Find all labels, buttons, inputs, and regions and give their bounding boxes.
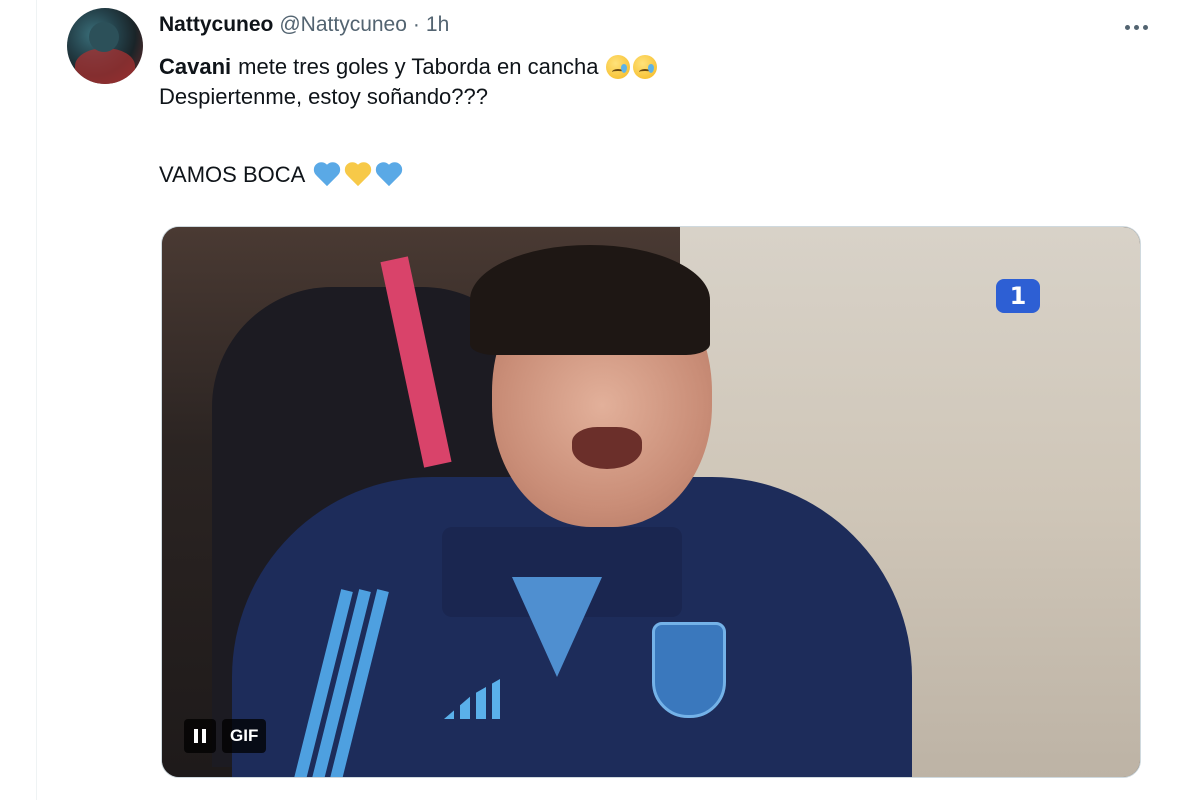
gif-controls: GIF <box>184 719 267 753</box>
blue-heart-icon <box>374 162 404 188</box>
tweet-text-segment: mete tres goles y Taborda en cancha <box>238 54 599 79</box>
face-holding-back-tears-icon <box>605 55 630 79</box>
tweet-text-line: Despiertenme, estoy soñando??? <box>159 82 1139 112</box>
pause-button[interactable] <box>184 719 216 753</box>
display-name[interactable]: Nattycuneo <box>159 13 273 37</box>
avatar-shape <box>75 48 135 84</box>
tweet-header: Nattycuneo @Nattycuneo · 1h <box>159 10 449 40</box>
more-horizontal-icon <box>1124 24 1130 30</box>
tweet-card[interactable]: Nattycuneo @Nattycuneo · 1h Cavani mete … <box>36 0 1196 800</box>
pause-icon <box>202 729 206 743</box>
tweet-text-bold: Cavani <box>159 54 232 79</box>
tweet-text-line: VAMOS BOCA <box>159 160 1139 190</box>
tweet-text: Cavani mete tres goles y Taborda en canc… <box>159 52 1139 190</box>
more-horizontal-icon <box>1142 24 1148 30</box>
channel-logo: 1 <box>996 279 1040 313</box>
gif-badge: GIF <box>222 719 267 753</box>
separator-dot: · <box>412 13 420 36</box>
face-holding-back-tears-icon <box>632 55 657 79</box>
avatar-shape <box>89 22 119 52</box>
gif-media[interactable]: 1 GIF <box>161 226 1141 778</box>
user-handle[interactable]: @Nattycuneo <box>279 13 407 37</box>
tweet-text-segment: Despiertenme, estoy soñando??? <box>159 84 488 109</box>
team-crest-icon <box>652 622 726 718</box>
pause-icon <box>194 729 198 743</box>
yellow-heart-icon <box>343 162 373 188</box>
more-options-button[interactable] <box>1116 12 1156 42</box>
tweet-text-segment: VAMOS BOCA <box>159 162 306 187</box>
tweet-text-line: Cavani mete tres goles y Taborda en canc… <box>159 52 1139 82</box>
gif-frame-figure <box>572 427 642 469</box>
timestamp[interactable]: 1h <box>426 13 449 37</box>
avatar[interactable] <box>67 8 143 84</box>
more-horizontal-icon <box>1133 24 1139 30</box>
gif-frame-figure <box>470 245 710 355</box>
blue-heart-icon <box>312 162 342 188</box>
